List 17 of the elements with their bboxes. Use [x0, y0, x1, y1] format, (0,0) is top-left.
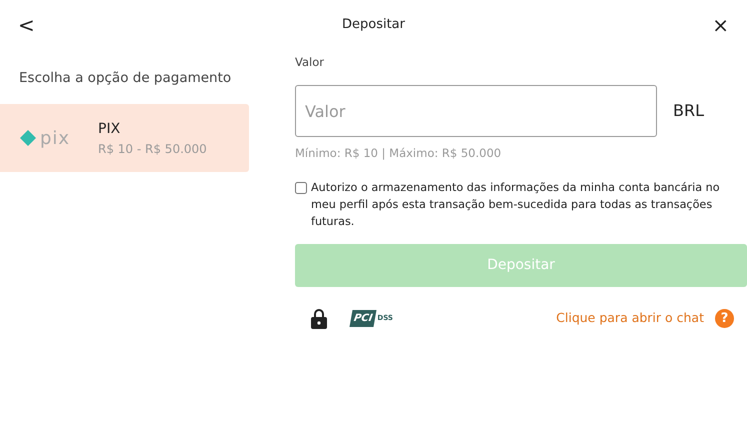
payment-method-item[interactable]: pix PIX R$ 10 - R$ 50.000: [0, 104, 249, 172]
amount-field[interactable]: Valor: [295, 85, 657, 138]
logo-text: PCI: [350, 310, 377, 328]
method-range: R$ 10 - R$ 50.000: [98, 140, 207, 158]
section-heading: Escolha a opção de pagamento: [18, 69, 232, 88]
currency-label: BRL: [673, 100, 704, 122]
back-button[interactable]: <: [18, 15, 35, 35]
close-button[interactable]: ×: [712, 15, 729, 35]
logo-text: pix: [40, 126, 70, 151]
window-title: Depositar: [342, 16, 405, 34]
consent-checkbox[interactable]: [295, 182, 307, 194]
consent-text: Autorizo o armazenamento das informações da minha conta bancária no meu perfil após esta transação bem-sucedida para todas as transações futuras.: [311, 180, 721, 230]
diamond-icon: [20, 130, 36, 146]
method-name: PIX: [98, 120, 122, 139]
field-label: Valor: [295, 54, 325, 71]
limits-text: Mínimo: R$ 10 | Máximo: R$ 50.000: [295, 145, 502, 162]
lock-icon: [311, 308, 327, 329]
